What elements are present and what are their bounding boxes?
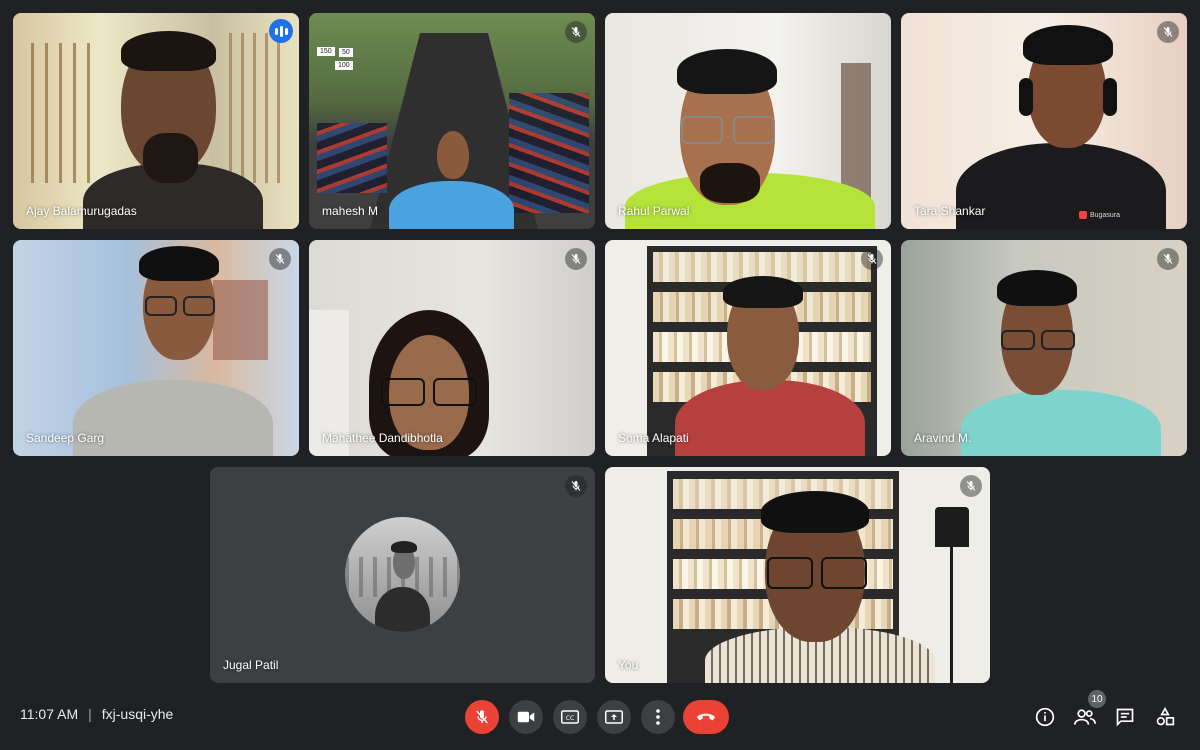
participant-tile-mahesh[interactable]: 50 100 150 mahesh M — [309, 13, 595, 229]
shirt-logo-text: Bugasura — [1090, 211, 1120, 219]
avatar — [345, 517, 460, 632]
meeting-code[interactable]: fxj-usqi-yhe — [102, 706, 174, 722]
participant-name: Tara Shankar — [914, 204, 986, 218]
participant-tile-sandeep[interactable]: Sandeep Garg — [13, 240, 299, 456]
chat-icon — [1116, 708, 1134, 727]
info-icon — [1035, 707, 1055, 727]
participant-tile-tara[interactable]: Bugasura Tara Shankar — [901, 13, 1187, 229]
participant-video: 50 100 150 — [309, 13, 595, 229]
participant-tile-jugal[interactable]: Jugal Patil — [210, 467, 595, 683]
track-sign: 100 — [335, 61, 353, 70]
participant-tile-soma[interactable]: Soma Alapati — [605, 240, 891, 456]
participant-name: Sandeep Garg — [26, 431, 105, 445]
activities-button[interactable] — [1152, 704, 1178, 730]
control-bar: 11:07 AM | fxj-usqi-yhe CC 10 — [0, 684, 1200, 750]
captions-button[interactable]: CC — [553, 700, 587, 734]
meeting-info-separator: | — [88, 706, 92, 722]
mic-off-icon — [960, 475, 982, 497]
participant-name: Mahathee Dandibhotla — [322, 431, 443, 445]
people-icon — [1074, 709, 1096, 725]
mic-toggle-button[interactable] — [465, 700, 499, 734]
participant-video — [605, 240, 891, 456]
people-button[interactable]: 10 — [1072, 690, 1106, 730]
participant-tile-mahathee[interactable]: Mahathee Dandibhotla — [309, 240, 595, 456]
more-vert-icon — [656, 709, 660, 725]
mic-off-icon — [1157, 248, 1179, 270]
meeting-info: 11:07 AM | fxj-usqi-yhe — [20, 706, 173, 722]
participant-name: Rahul Parwal — [618, 204, 690, 218]
participant-name: Soma Alapati — [618, 431, 689, 445]
present-icon — [605, 710, 623, 724]
participant-video — [13, 240, 299, 456]
track-sign: 50 — [339, 48, 353, 57]
participant-name: mahesh M — [322, 204, 379, 218]
speaking-indicator-icon — [269, 19, 293, 43]
participant-video — [309, 240, 595, 456]
participant-tile-ajay[interactable]: Ajay Balamurugadas — [13, 13, 299, 229]
participant-name: You — [618, 658, 639, 672]
mic-off-icon — [565, 475, 587, 497]
call-end-icon — [696, 713, 716, 721]
participant-video — [901, 240, 1187, 456]
mic-off-icon — [565, 248, 587, 270]
present-button[interactable] — [597, 700, 631, 734]
mic-off-icon — [476, 710, 488, 724]
chat-button[interactable] — [1112, 704, 1138, 730]
leave-call-button[interactable] — [683, 700, 729, 734]
participant-tile-you[interactable]: You — [605, 467, 990, 683]
svg-text:CC: CC — [566, 715, 574, 722]
meeting-details-button[interactable] — [1032, 704, 1058, 730]
people-count-badge: 10 — [1088, 690, 1106, 708]
mic-off-icon — [861, 248, 883, 270]
mic-off-icon — [1157, 21, 1179, 43]
camera-icon — [517, 711, 535, 723]
meeting-time: 11:07 AM — [20, 706, 79, 722]
participant-name: Ajay Balamurugadas — [26, 204, 137, 218]
participant-video — [605, 467, 990, 683]
mic-off-icon — [269, 248, 291, 270]
participant-tile-rahul[interactable]: Rahul Parwal — [605, 13, 891, 229]
track-sign: 150 — [317, 47, 335, 56]
camera-toggle-button[interactable] — [509, 700, 543, 734]
participant-video — [13, 13, 299, 229]
participant-name: Jugal Patil — [223, 658, 279, 672]
more-options-button[interactable] — [641, 700, 675, 734]
participant-tile-aravind[interactable]: Aravind M. — [901, 240, 1187, 456]
captions-icon: CC — [561, 710, 579, 724]
activities-icon — [1156, 707, 1175, 726]
participant-video: Bugasura — [901, 13, 1187, 229]
participant-video — [605, 13, 891, 229]
mic-off-icon — [565, 21, 587, 43]
participant-name: Aravind M. — [914, 431, 972, 445]
